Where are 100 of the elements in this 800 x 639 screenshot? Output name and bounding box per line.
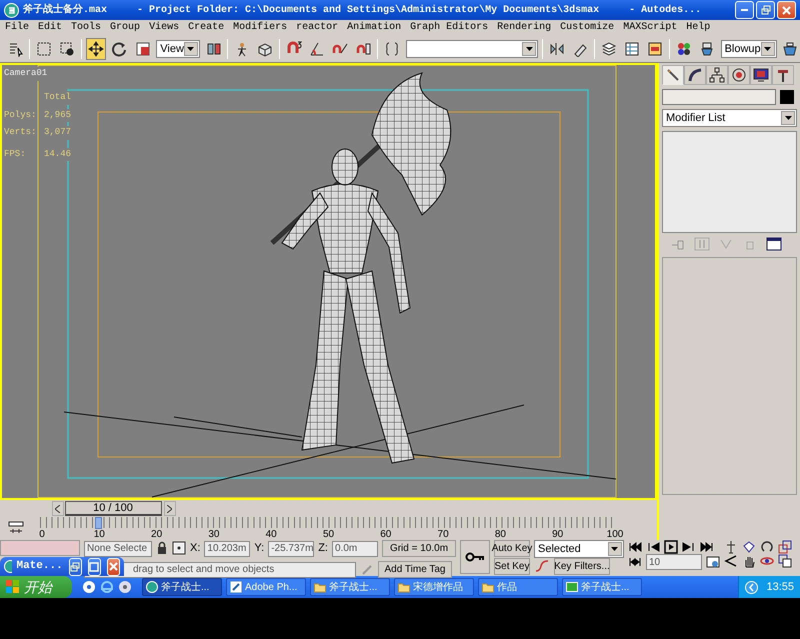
restore-icon [70, 562, 80, 572]
taskbar-button[interactable]: 作品 [478, 578, 558, 596]
restore-button[interactable] [68, 558, 82, 576]
set-key-button[interactable]: Set Key [494, 558, 530, 575]
media-icon[interactable] [118, 580, 132, 594]
arrow-left-button[interactable] [52, 501, 64, 516]
current-frame-field[interactable]: 10 [646, 554, 702, 570]
taskbar-button[interactable]: 斧子战士... [142, 578, 222, 596]
arrow-right-button[interactable] [164, 501, 176, 516]
go-to-end-icon[interactable] [700, 540, 714, 554]
menu-item[interactable]: Graph Editors [410, 20, 488, 36]
display-icon [753, 67, 769, 83]
frame-number: 30 [208, 528, 220, 542]
frame-number: 90 [552, 528, 564, 542]
close-button[interactable] [106, 558, 120, 576]
menu-item[interactable]: Group [110, 20, 140, 36]
menu-item[interactable]: Edit [38, 20, 62, 36]
time-configuration-icon[interactable] [706, 555, 720, 570]
frame-number: 50 [322, 528, 334, 542]
frame-number: 100 [606, 528, 624, 542]
menu-item[interactable]: Create [188, 20, 224, 36]
object-name-field[interactable] [662, 89, 776, 105]
maxscript-listener-field[interactable] [0, 540, 80, 556]
menu-item[interactable]: Tools [71, 20, 102, 36]
absolute-mode-icon[interactable] [172, 541, 186, 556]
frame-number: 40 [266, 528, 277, 542]
menu-item[interactable]: Modifiers [233, 20, 288, 36]
close-button[interactable] [777, 1, 796, 19]
set-key-mode-button[interactable] [460, 540, 490, 574]
command-panel-tab[interactable] [750, 65, 772, 85]
select-region-icon [36, 41, 52, 57]
stat-value: 3,077 [44, 126, 72, 140]
menu-item[interactable]: Rendering [497, 20, 552, 36]
windows-flag-icon [6, 580, 20, 594]
add-time-tag-button[interactable]: Add Time Tag [378, 561, 452, 578]
trackbar-toggle-icon[interactable] [8, 521, 24, 536]
modifier-list-dropdown[interactable]: Modifier List [662, 109, 797, 127]
lock-icon[interactable] [156, 541, 168, 556]
auto-key-button[interactable]: Auto Key [494, 540, 530, 557]
current-frame-marker[interactable] [94, 517, 102, 529]
object-color-swatch[interactable] [780, 90, 794, 104]
menu-item[interactable]: Customize [560, 20, 614, 36]
spinner-snap-icon [356, 41, 372, 57]
previous-frame-icon[interactable] [646, 540, 660, 554]
minimized-dialog[interactable]: Mate... [0, 557, 124, 576]
min-max-toggle-icon[interactable] [778, 554, 792, 568]
menu-item[interactable]: Animation [347, 20, 402, 36]
x-coordinate-field[interactable]: 10.203m [204, 540, 250, 556]
taskbar-button[interactable]: Adobe Ph... [226, 578, 306, 596]
command-panel-tab[interactable] [662, 65, 684, 85]
minimize-button[interactable] [735, 1, 754, 19]
command-panel-tab[interactable] [706, 65, 728, 85]
named-selection-dropdown[interactable] [406, 40, 538, 58]
disc-icon[interactable] [82, 580, 96, 594]
command-panel-tab[interactable] [772, 65, 794, 85]
app-icon [566, 581, 578, 593]
key-filters-button[interactable]: Key Filters... [554, 558, 610, 575]
dropdown-arrow-icon [187, 46, 194, 52]
menu-item[interactable]: reactor [296, 20, 338, 36]
maximize-button[interactable] [88, 558, 101, 576]
render-type-dropdown[interactable]: Blowup [720, 40, 777, 58]
hierarchy-icon [709, 67, 725, 83]
window-title: Mate... [16, 559, 63, 574]
stat-label: Polys: [4, 108, 36, 122]
next-frame-icon[interactable] [682, 540, 696, 554]
play-icon[interactable] [664, 540, 678, 554]
browser-icon[interactable] [100, 580, 114, 594]
y-coordinate-field[interactable]: -25.737m [268, 540, 314, 556]
window-title: 斧子战士备分.max - Project Folder: C:\Documents and Settings\Administrator\My Documents\3dsmax - Autodes... [23, 2, 702, 18]
orbit-icon[interactable] [760, 540, 774, 554]
reference-coordinate-dropdown[interactable]: View [156, 40, 200, 58]
selection-info-field: None Selecte [84, 540, 152, 556]
menu-item[interactable]: Help [686, 20, 710, 36]
menu-item[interactable]: MAXScript [623, 20, 678, 36]
key-tangent-icon[interactable] [534, 559, 550, 574]
menu-item[interactable]: Views [149, 20, 180, 36]
key-icon [464, 551, 485, 563]
z-coordinate-field[interactable]: 0.0m [332, 540, 378, 556]
select-by-name-icon [8, 41, 24, 57]
warrior-model-drawing[interactable] [270, 72, 452, 464]
taskbar-button[interactable]: 宋德增作品 [394, 578, 474, 596]
arrow-left-icon [55, 504, 60, 512]
scale-icon [134, 41, 151, 57]
configure-modifier-sets-icon[interactable] [766, 237, 782, 251]
taskbar-button[interactable]: 斧子战士... [562, 578, 642, 596]
time-slider-thumb[interactable]: 10 / 100 [64, 501, 162, 516]
key-mode-dropdown[interactable]: Selected [534, 540, 624, 558]
modify-icon [687, 67, 703, 83]
utilities-icon [775, 67, 791, 83]
app-icon [230, 581, 242, 593]
taskbar-button[interactable]: 斧子战士... [310, 578, 390, 596]
folder-icon [314, 581, 326, 593]
select-and-move-button[interactable] [86, 38, 106, 60]
maximize-viewport-icon[interactable] [778, 540, 792, 554]
command-panel-tab[interactable] [728, 65, 750, 85]
go-to-start-icon[interactable] [628, 540, 642, 554]
menu-item[interactable]: File [5, 20, 30, 36]
restore-button[interactable] [756, 1, 775, 19]
command-panel-tab[interactable] [684, 65, 706, 85]
mirror-icon [548, 41, 565, 57]
